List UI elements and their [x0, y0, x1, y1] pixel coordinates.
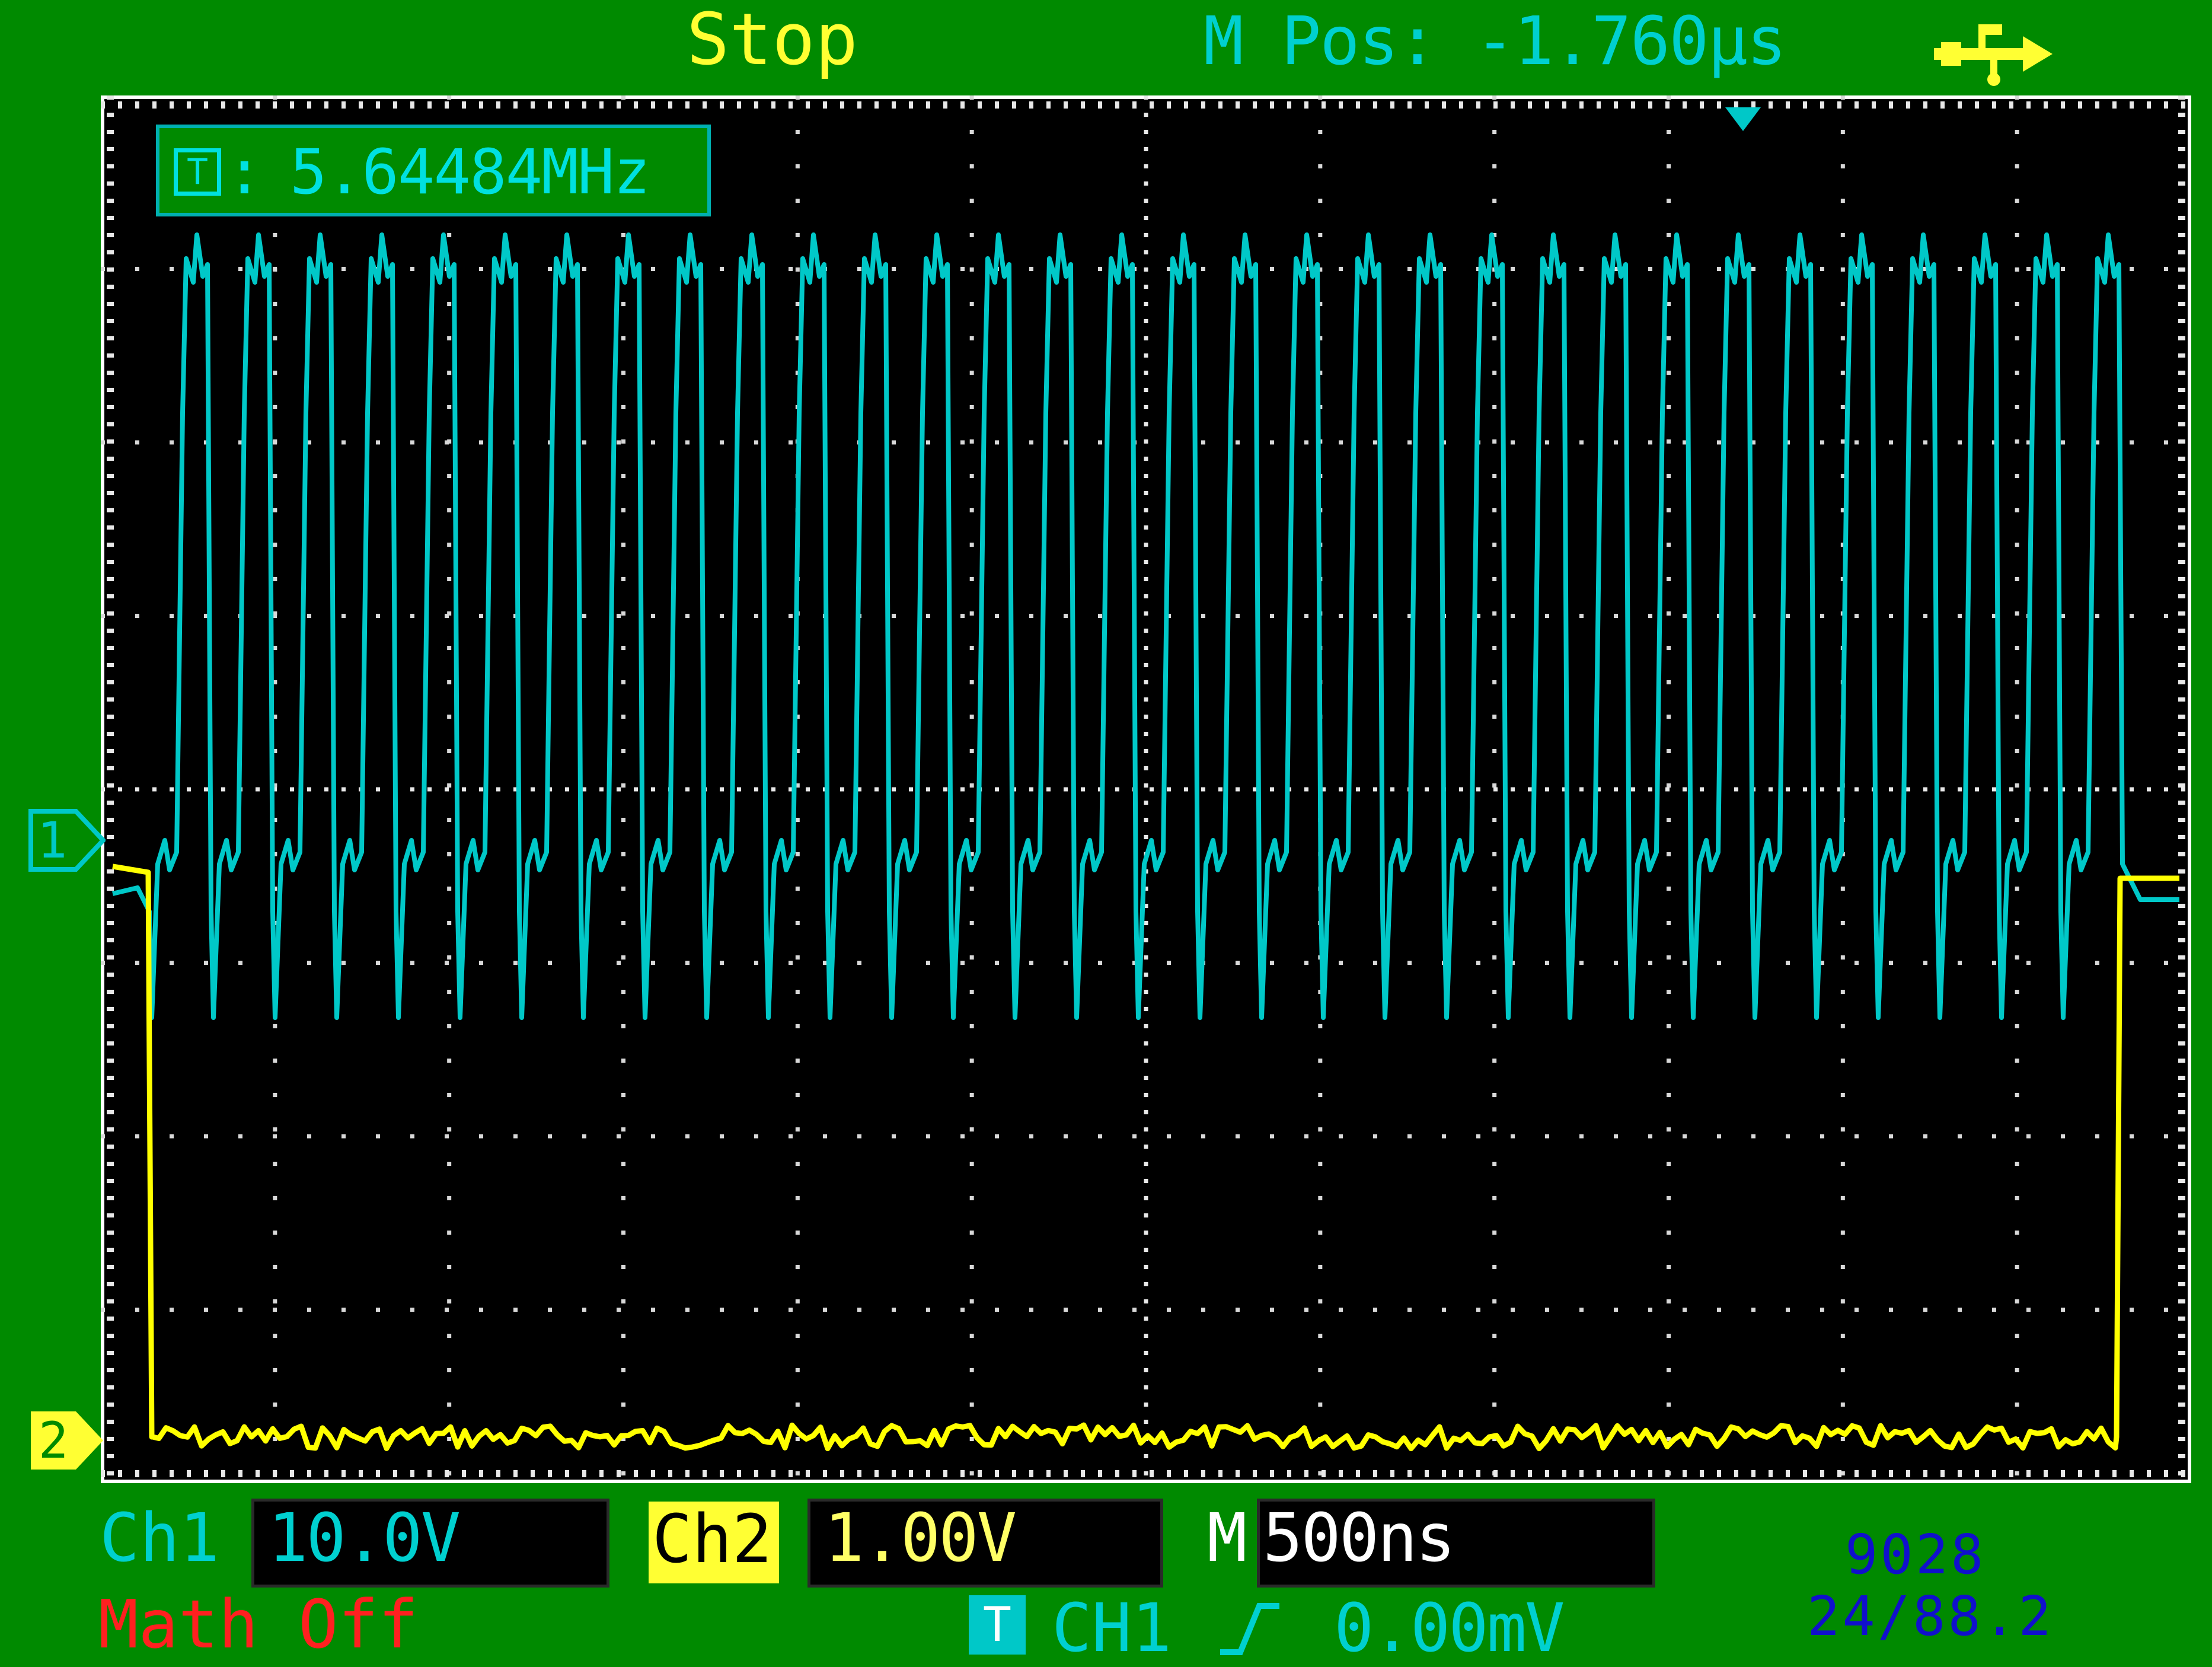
ch1-marker-label: 1	[37, 811, 68, 869]
trigger-icon: T	[174, 148, 221, 196]
stamp-line-2: 24/88.2	[1807, 1585, 2054, 1648]
ch2-scale-value: 1.00V	[824, 1500, 1017, 1577]
trigger-source[interactable]: CH1	[1052, 1595, 1172, 1662]
math-status[interactable]: Math Off	[98, 1592, 418, 1658]
stamp-line-1: 9028	[1845, 1523, 1986, 1586]
run-status: Stop	[687, 0, 858, 81]
frequency-separator: :	[226, 136, 263, 208]
ch1-position-marker[interactable]: 1	[28, 808, 106, 873]
trigger-status-icon: T	[969, 1595, 1026, 1655]
ch1-label[interactable]: Ch1	[100, 1505, 219, 1572]
waveform-display[interactable]	[101, 95, 2191, 1483]
usb-icon	[1934, 24, 2053, 86]
ch2-position-marker[interactable]: 2	[28, 1408, 106, 1473]
timebase-label[interactable]: M	[1207, 1505, 1247, 1572]
timebase-value: 500ns	[1263, 1500, 1455, 1577]
ch2-label[interactable]: Ch2	[652, 1506, 772, 1573]
frequency-readout-box: T : 5.64484MHz	[156, 125, 711, 216]
trigger-level: 0.00mV	[1334, 1590, 1565, 1667]
main-position-readout: M Pos: -1.760µs	[1204, 3, 1786, 80]
ch1-scale-value: 10.0V	[268, 1500, 461, 1577]
ch2-marker-label: 2	[39, 1411, 69, 1470]
rising-edge-icon	[1220, 1603, 1279, 1655]
frequency-value: 5.64484MHz	[290, 136, 650, 208]
